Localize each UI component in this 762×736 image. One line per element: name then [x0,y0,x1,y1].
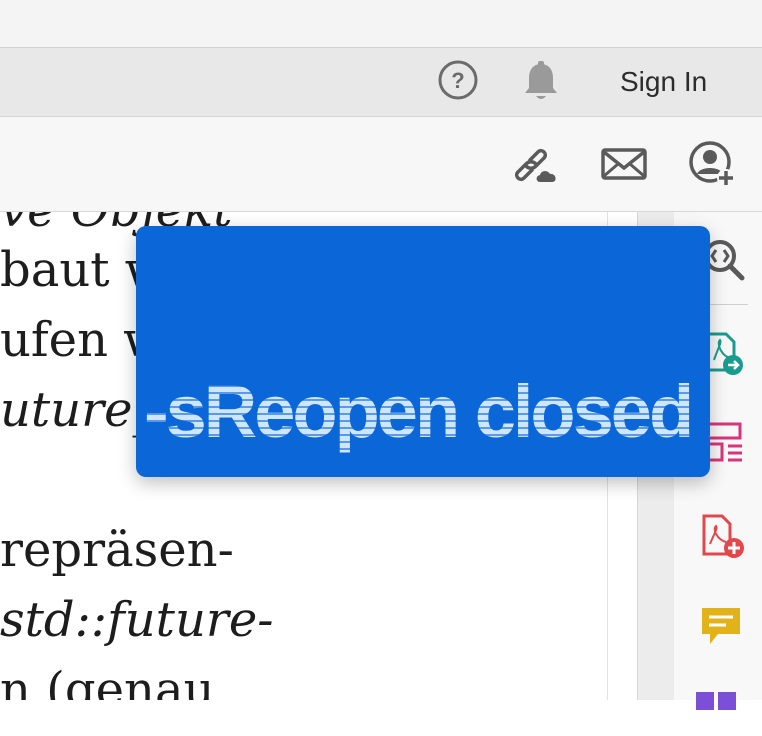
link-cloud-icon[interactable] [512,140,560,188]
help-circle-icon[interactable]: ? [438,60,478,100]
create-pdf-icon[interactable] [700,512,746,558]
mail-icon[interactable] [600,140,648,188]
tooltip-text: -sReopen closed XDI [144,372,710,452]
tooltip-popup: -sReopen closed XDI [136,226,710,477]
doc-line-5: std::future- [0,592,274,648]
more-tools-icon[interactable] [694,690,740,736]
top-strip [0,0,762,48]
doc-line-6: n (genau [0,662,215,700]
svg-text:?: ? [451,68,464,93]
sign-in-button[interactable]: Sign In [604,60,723,104]
add-user-icon[interactable] [688,140,736,188]
doc-line-4: repräsen- [0,522,234,578]
bell-icon[interactable] [522,60,560,102]
comment-icon[interactable] [700,604,746,650]
